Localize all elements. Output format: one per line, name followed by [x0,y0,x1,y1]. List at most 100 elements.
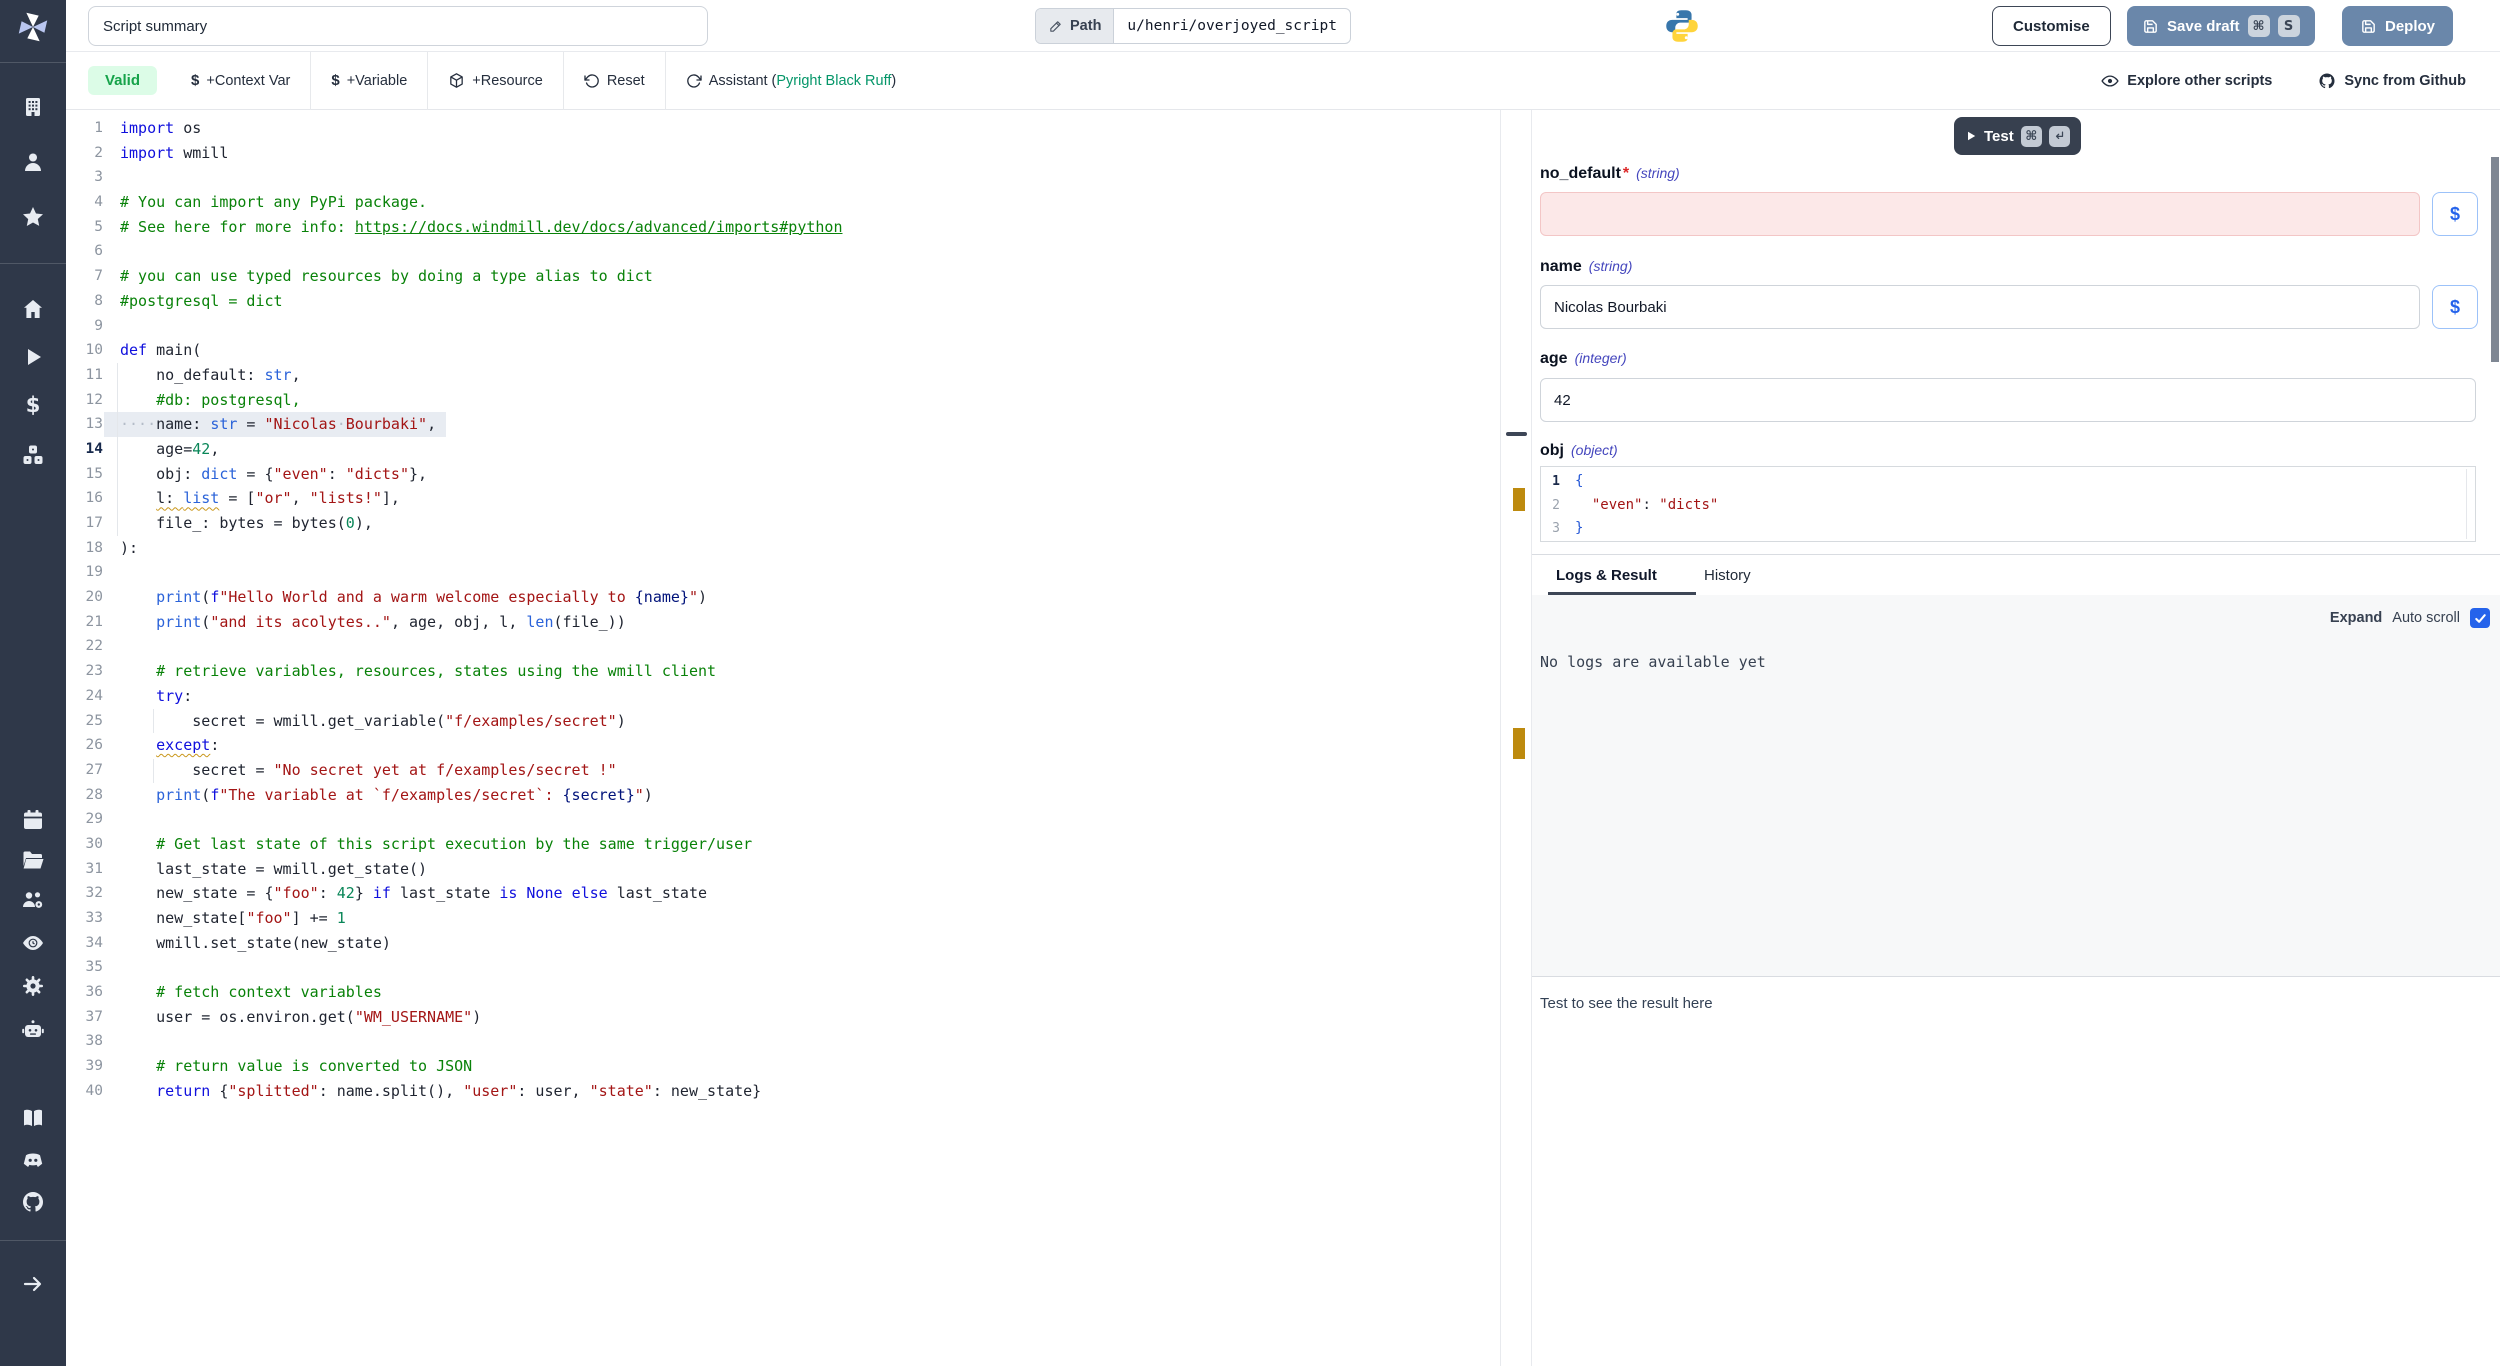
code-line: new_state = {"foo": 42} if last_state is… [120,881,1500,906]
sync-from-github-button[interactable]: Sync from Github [2318,72,2466,90]
tab-history[interactable]: History [1704,555,1751,595]
line-number: 16 [66,486,110,511]
panel-scrollbar-thumb[interactable] [2491,157,2499,362]
code-line: wmill.set_state(new_state) [120,931,1500,956]
code-line [120,314,1500,339]
path-field[interactable]: Path u/henri/overjoyed_script [1035,8,1351,44]
code-line: secret = "No secret yet at f/examples/se… [120,758,1500,783]
name-variable-picker-button[interactable]: $ [2432,285,2478,329]
no-default-variable-picker-button[interactable]: $ [2432,192,2478,236]
line-number: 5 [66,215,110,240]
code-editor[interactable]: 1234567891011121314151617181920212223242… [66,110,1500,1366]
add-variable-button[interactable]: $ +Variable [311,72,427,89]
code-line: except: [120,733,1500,758]
line-number: 1 [1541,470,1567,494]
variables-dollar-icon[interactable]: $ [21,393,45,417]
splitter-drag-handle[interactable] [1506,432,1527,436]
code-line: # See here for more info: https://docs.w… [120,215,1500,240]
command-key-badge: ⌘ [2248,15,2270,37]
path-value: u/henri/overjoyed_script [1114,9,1350,43]
collapse-arrow-right-icon[interactable] [21,1272,45,1296]
line-number: 40 [66,1079,110,1104]
package-cube-icon [448,72,465,89]
settings-gear-icon[interactable] [21,974,45,998]
deploy-button[interactable]: Deploy [2342,6,2453,46]
resource-label: +Resource [472,73,543,89]
add-resource-button[interactable]: +Resource [428,72,563,89]
code-line: return {"splitted": name.split(), "user"… [120,1079,1500,1104]
save-draft-button[interactable]: Save draft ⌘ S [2127,6,2315,46]
sync-label: Sync from Github [2344,73,2466,89]
line-number: 31 [66,857,110,882]
obj-json-editor[interactable]: 123 { "even": "dicts"} [1540,466,2476,542]
save-draft-label: Save draft [2167,18,2240,35]
line-number: 35 [66,955,110,980]
folders-icon[interactable] [21,848,45,872]
line-number: 19 [66,560,110,585]
resources-cubes-icon[interactable] [21,443,45,467]
groups-users-icon[interactable] [21,888,45,912]
indent-guide [153,759,154,783]
code-line: # You can import any PyPi package. [120,190,1500,215]
line-number: 3 [1541,517,1567,541]
sidebar: $ [0,0,66,1366]
line-number: 30 [66,832,110,857]
discord-icon[interactable] [21,1148,45,1172]
code-line: new_state["foo"] += 1 [120,906,1500,931]
code-line: ····name: str = "Nicolas·Bourbaki", [120,412,1500,437]
customise-button[interactable]: Customise [1992,6,2111,46]
age-input[interactable] [1540,378,2476,422]
line-number: 17 [66,511,110,536]
code-line: # return value is converted to JSON [120,1054,1500,1079]
home-icon[interactable] [21,297,45,321]
line-number: 8 [66,289,110,314]
assistant-button[interactable]: Assistant (Pyright Black Ruff) [666,73,917,89]
name-input[interactable] [1540,285,2420,329]
explore-label: Explore other scripts [2127,73,2272,89]
editor-gutter: 1234567891011121314151617181920212223242… [66,116,110,1104]
github-icon [2318,72,2336,90]
auto-scroll-checkbox[interactable] [2470,608,2490,628]
result-tabs: Logs & Result History [1532,555,2500,595]
warning-marker [1513,488,1525,511]
user-icon[interactable] [21,150,45,174]
line-number: 14 [66,437,110,462]
line-number: 24 [66,684,110,709]
favorites-star-icon[interactable] [21,205,45,229]
top-bar: Path u/henri/overjoyed_script Customise … [66,0,2500,52]
pane-splitter [1500,110,1532,1366]
line-number: 27 [66,758,110,783]
reset-button[interactable]: Reset [564,73,665,89]
line-number: 1 [66,116,110,141]
test-button[interactable]: Test ⌘ [1954,117,2081,155]
return-key-badge [2049,126,2070,147]
line-number: 26 [66,733,110,758]
workspace-building-icon[interactable] [21,95,45,119]
github-icon[interactable] [21,1190,45,1214]
docs-book-icon[interactable] [21,1106,45,1130]
runs-play-icon[interactable] [21,345,45,369]
no-default-input[interactable] [1540,192,2420,236]
code-line: user = os.environ.get("WM_USERNAME") [120,1005,1500,1030]
code-line: # Get last state of this script executio… [120,832,1500,857]
obj-editor-gutter: 123 [1541,470,1567,541]
tab-logs-and-result[interactable]: Logs & Result [1556,555,1657,595]
line-number: 33 [66,906,110,931]
windmill-logo-icon[interactable] [14,8,52,46]
code-line [120,634,1500,659]
save-floppy-icon [2142,18,2159,35]
line-number: 39 [66,1054,110,1079]
code-line: ): [120,536,1500,561]
logs-empty-message: No logs are available yet [1540,653,1766,671]
code-line: # retrieve variables, resources, states … [120,659,1500,684]
script-summary-input[interactable] [88,6,708,46]
editor-code-lines: import osimport wmill# You can import an… [120,116,1500,1104]
expand-button[interactable]: Expand [2330,610,2382,626]
schedules-calendar-icon[interactable] [21,808,45,832]
workers-robot-icon[interactable] [21,1018,45,1042]
explore-other-scripts-button[interactable]: Explore other scripts [2101,72,2272,90]
line-number: 10 [66,338,110,363]
code-line: obj: dict = {"even": "dicts"}, [120,462,1500,487]
add-context-var-button[interactable]: $ +Context Var [171,72,310,89]
audit-eye-icon[interactable] [21,931,45,955]
